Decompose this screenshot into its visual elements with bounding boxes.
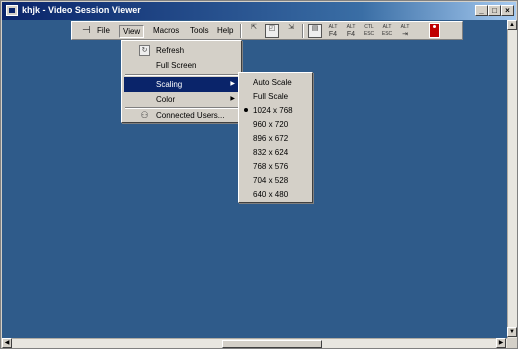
scroll-up-arrow-icon[interactable]: ▲ bbox=[507, 20, 517, 30]
view-menu: ↻ Refresh Full Screen Scaling ▶ Color ▶ … bbox=[121, 40, 242, 123]
close-button[interactable]: × bbox=[501, 5, 514, 16]
view-menu-connected-users[interactable]: ⚇ Connected Users... bbox=[124, 108, 239, 123]
scroll-left-arrow-icon[interactable]: ◀ bbox=[2, 338, 12, 348]
view-menu-scaling[interactable]: Scaling ▶ bbox=[124, 77, 239, 92]
refresh-screen-icon[interactable]: ◰ bbox=[265, 24, 279, 38]
scroll-down-arrow-icon[interactable]: ▼ bbox=[507, 327, 517, 337]
restore-button[interactable]: □ bbox=[488, 5, 501, 16]
view-menu-color[interactable]: Color ▶ bbox=[124, 92, 239, 107]
session-toolbar: ⊣ File View Macros Tools Help ⇱ ◰ ⇲ ▤ AL… bbox=[71, 21, 463, 40]
minimize-button[interactable]: _ bbox=[475, 5, 488, 16]
view-menu-item-label: Full Screen bbox=[156, 61, 197, 70]
connected-users-icon[interactable] bbox=[429, 23, 440, 38]
toolbar-separator bbox=[240, 24, 242, 38]
scaling-896x672[interactable]: 896 x 672 bbox=[241, 131, 310, 145]
app-icon bbox=[6, 5, 18, 16]
scaling-submenu: Auto Scale Full Scale 1024 x 768 960 x 7… bbox=[238, 72, 313, 203]
view-menu-full-screen[interactable]: Full Screen bbox=[124, 58, 239, 73]
scrollbar-corner bbox=[507, 338, 517, 348]
view-menu-item-label: Refresh bbox=[156, 46, 185, 55]
menu-help[interactable]: Help bbox=[214, 25, 236, 38]
session-viewer-window: khjk - Video Session Viewer _ □ × ⊣ File… bbox=[0, 0, 518, 349]
scaling-item-label: 1024 x 768 bbox=[253, 106, 293, 115]
scaling-768x576[interactable]: 768 x 576 bbox=[241, 159, 310, 173]
menu-tools[interactable]: Tools bbox=[187, 25, 212, 38]
scaling-item-label: 704 x 528 bbox=[253, 176, 289, 185]
selected-bullet-icon bbox=[244, 108, 248, 112]
menu-file[interactable]: File bbox=[94, 25, 113, 38]
scaling-1024x768[interactable]: 1024 x 768 bbox=[241, 103, 310, 117]
window-title: khjk - Video Session Viewer bbox=[22, 5, 141, 15]
alt-f4-icon[interactable]: ALT F4 bbox=[326, 24, 340, 38]
scaling-item-label: Full Scale bbox=[253, 92, 289, 101]
refresh-icon: ↻ bbox=[139, 45, 150, 56]
toolbar-separator bbox=[302, 24, 304, 38]
alt-f4-alt-icon[interactable]: ALT F4 bbox=[344, 24, 358, 38]
view-menu-refresh[interactable]: ↻ Refresh bbox=[124, 43, 239, 58]
scaling-item-label: 896 x 672 bbox=[253, 134, 289, 143]
pin-icon[interactable]: ⊣ bbox=[82, 25, 91, 36]
full-screen-icon[interactable]: ▤ bbox=[308, 24, 322, 38]
alt-esc-icon[interactable]: ALT ESC bbox=[380, 24, 394, 38]
menu-view[interactable]: View bbox=[119, 25, 145, 38]
scaling-832x624[interactable]: 832 x 624 bbox=[241, 145, 310, 159]
scaling-960x720[interactable]: 960 x 720 bbox=[241, 117, 310, 131]
horizontal-scrollbar[interactable]: ◀ ▶ bbox=[2, 338, 507, 348]
pointer-dual-icon[interactable]: ⇲ bbox=[284, 24, 298, 38]
menu-macros[interactable]: Macros bbox=[150, 25, 182, 38]
scaling-640x480[interactable]: 640 x 480 bbox=[241, 187, 310, 201]
submenu-arrow-icon: ▶ bbox=[230, 96, 235, 102]
alt-tab-icon[interactable]: ALT ⇥ bbox=[398, 24, 412, 38]
scaling-item-label: 768 x 576 bbox=[253, 162, 289, 171]
scaling-item-label: Auto Scale bbox=[253, 78, 292, 87]
scaling-704x528[interactable]: 704 x 528 bbox=[241, 173, 310, 187]
users-icon: ⚇ bbox=[140, 110, 149, 120]
scaling-item-label: 640 x 480 bbox=[253, 190, 289, 199]
scaling-item-label: 832 x 624 bbox=[253, 148, 289, 157]
ctrl-esc-icon[interactable]: CTL ESC bbox=[362, 24, 376, 38]
view-menu-item-label: Color bbox=[156, 95, 176, 104]
submenu-arrow-icon: ▶ bbox=[230, 81, 235, 87]
view-menu-item-label: Connected Users... bbox=[156, 111, 225, 120]
pointer-single-icon[interactable]: ⇱ bbox=[247, 24, 261, 38]
scaling-item-label: 960 x 720 bbox=[253, 120, 289, 129]
view-menu-item-label: Scaling bbox=[156, 80, 183, 89]
title-bar[interactable]: khjk - Video Session Viewer _ □ × bbox=[2, 2, 516, 20]
scaling-full-scale[interactable]: Full Scale bbox=[241, 89, 310, 103]
menu-separator bbox=[125, 74, 238, 76]
scaling-auto-scale[interactable]: Auto Scale bbox=[241, 75, 310, 89]
vertical-scrollbar[interactable]: ▲ ▼ bbox=[507, 20, 517, 338]
horizontal-scroll-thumb[interactable] bbox=[222, 340, 322, 348]
scroll-right-arrow-icon[interactable]: ▶ bbox=[496, 338, 506, 348]
